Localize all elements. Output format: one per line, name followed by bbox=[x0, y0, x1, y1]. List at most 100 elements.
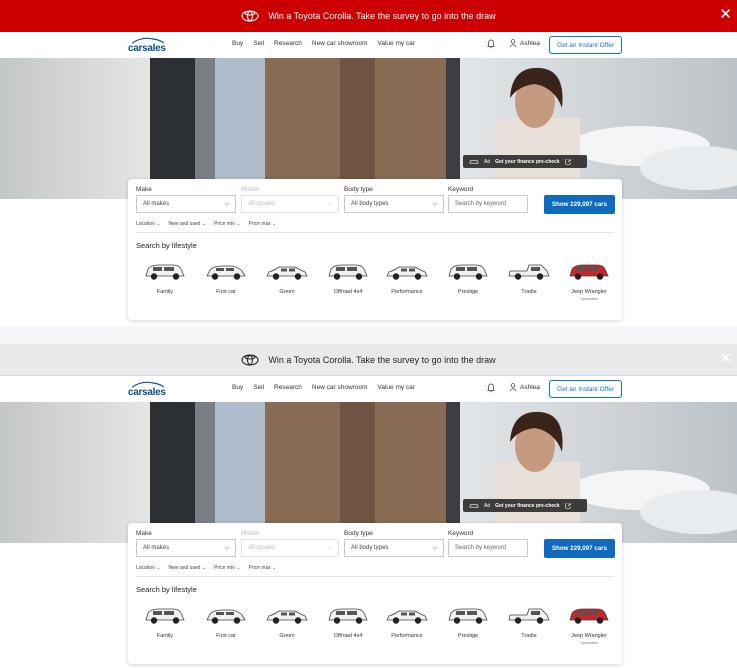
nav-link-sell[interactable]: Sell bbox=[253, 384, 264, 391]
promo-banner[interactable]: Win a Toyota Corolla. Take the survey to… bbox=[0, 344, 737, 376]
lifestyle-label: Performance bbox=[391, 289, 423, 295]
lifestyle-item[interactable]: Offroad 4x4 bbox=[318, 604, 378, 654]
promo-banner-text[interactable]: Win a Toyota Corolla. Take the survey to… bbox=[268, 11, 495, 21]
filter-price-max[interactable]: Price max ⌄ bbox=[249, 565, 277, 571]
body-type-select[interactable]: All body types ⌵ bbox=[344, 539, 444, 557]
blue-glass-panel bbox=[215, 402, 265, 543]
chevron-down-icon: ⌵ bbox=[224, 201, 229, 207]
lifestyle-label: Jeep Wrangler bbox=[571, 289, 607, 295]
car-icon bbox=[469, 160, 479, 164]
nav-link-buy[interactable]: Buy bbox=[232, 384, 243, 391]
lifestyle-list: Family First car Green Offroad 4x4 Performan… bbox=[128, 260, 622, 310]
body-type-value: All body types bbox=[351, 545, 389, 551]
user-menu[interactable]: Ashlea bbox=[509, 383, 540, 391]
model-label: Model bbox=[241, 530, 259, 537]
sponsored-label: Sponsored bbox=[580, 641, 598, 645]
pillar-highlight bbox=[195, 402, 215, 543]
wood-door-shade bbox=[340, 58, 375, 199]
lifestyle-item[interactable]: Prestige bbox=[438, 260, 498, 310]
car-icon bbox=[206, 265, 246, 280]
car-icon bbox=[448, 608, 488, 624]
filter-new-and-used[interactable]: New and used ⌄ bbox=[169, 565, 207, 571]
car-icon bbox=[386, 610, 428, 624]
nav-link-value-my-car[interactable]: Value my car bbox=[378, 40, 415, 47]
nav-link-new-car-showroom[interactable]: New car showroom bbox=[312, 384, 368, 391]
show-cars-button[interactable]: Show 229,097 cars bbox=[544, 195, 615, 214]
toyota-logo-icon bbox=[241, 353, 259, 366]
lifestyle-item[interactable]: Performance bbox=[377, 260, 437, 310]
dark-pillar bbox=[150, 402, 195, 543]
chevron-down-icon: ⌵ bbox=[224, 545, 229, 551]
top-nav: carsales Buy Sell Research New car showr… bbox=[0, 32, 737, 58]
show-cars-button[interactable]: Show 229,097 cars bbox=[544, 539, 615, 558]
lifestyle-item[interactable]: Family bbox=[135, 604, 195, 654]
keyword-placeholder: Search by keyword bbox=[455, 201, 507, 207]
lifestyle-item[interactable]: Jeep Wrangler Sponsored bbox=[559, 260, 619, 310]
filter-row: Location ⌄ New and used ⌄ Price min ⌄ Pr… bbox=[136, 221, 276, 227]
bell-icon[interactable] bbox=[487, 39, 495, 49]
user-menu[interactable]: Ashlea bbox=[509, 39, 540, 47]
promo-banner-text[interactable]: Win a Toyota Corolla. Take the survey to… bbox=[268, 355, 495, 365]
nav-link-new-car-showroom[interactable]: New car showroom bbox=[312, 40, 368, 47]
filter-new-and-used[interactable]: New and used ⌄ bbox=[169, 221, 207, 227]
lifestyle-item[interactable]: Family bbox=[135, 260, 195, 310]
lifestyle-label: Green bbox=[279, 633, 295, 639]
lifestyle-item[interactable]: Tradie bbox=[499, 260, 559, 310]
car-icon bbox=[469, 504, 479, 508]
instant-offer-button[interactable]: Get an Instant Offer bbox=[549, 380, 622, 398]
user-icon bbox=[509, 383, 517, 391]
filter-price-min[interactable]: Price min ⌄ bbox=[214, 565, 240, 571]
filter-location[interactable]: Location ⌄ bbox=[136, 221, 161, 227]
chevron-down-icon: ⌵ bbox=[327, 201, 332, 207]
make-select[interactable]: All makes ⌵ bbox=[136, 539, 236, 557]
keyword-input[interactable]: Search by keyword bbox=[448, 195, 528, 213]
carsales-logo[interactable]: carsales bbox=[128, 381, 168, 398]
lifestyle-label: Family bbox=[156, 633, 174, 639]
door-frame bbox=[446, 58, 460, 199]
nav-link-sell[interactable]: Sell bbox=[253, 40, 264, 47]
keyword-input[interactable]: Search by keyword bbox=[448, 539, 528, 557]
instant-offer-button[interactable]: Get an Instant Offer bbox=[549, 36, 622, 54]
car-icon bbox=[328, 608, 368, 624]
finance-ad[interactable]: Ad Get your finance pre-check bbox=[463, 499, 587, 512]
car-icon bbox=[206, 609, 246, 624]
nav-link-research[interactable]: Research bbox=[274, 40, 302, 47]
finance-ad[interactable]: Ad Get your finance pre-check bbox=[463, 155, 587, 168]
model-select[interactable]: All models ⌵ bbox=[241, 195, 339, 213]
search-card: Make All makes ⌵ Model All models ⌵ Body… bbox=[128, 523, 622, 664]
make-value: All makes bbox=[143, 545, 170, 551]
close-icon[interactable]: ✕ bbox=[719, 350, 732, 368]
body-type-select[interactable]: All body types ⌵ bbox=[344, 195, 444, 213]
car-icon bbox=[328, 264, 368, 280]
ad-text: Get your finance pre-check bbox=[495, 502, 560, 509]
model-value: All models bbox=[248, 545, 276, 551]
lifestyle-item[interactable]: Tradie bbox=[499, 604, 559, 654]
left-window bbox=[0, 58, 160, 199]
close-icon[interactable]: ✕ bbox=[719, 6, 732, 24]
make-select[interactable]: All makes ⌵ bbox=[136, 195, 236, 213]
car-icon bbox=[569, 608, 609, 624]
divider bbox=[136, 232, 614, 233]
lifestyle-item[interactable]: First car bbox=[196, 260, 256, 310]
nav-link-buy[interactable]: Buy bbox=[232, 40, 243, 47]
lifestyle-item[interactable]: Performance bbox=[377, 604, 437, 654]
make-label: Make bbox=[136, 186, 152, 193]
filter-location[interactable]: Location ⌄ bbox=[136, 565, 161, 571]
lifestyle-item[interactable]: Offroad 4x4 bbox=[318, 260, 378, 310]
nav-link-value-my-car[interactable]: Value my car bbox=[378, 384, 415, 391]
lifestyle-item[interactable]: Green bbox=[257, 260, 317, 310]
search-card: Make All makes ⌵ Model All models ⌵ Body… bbox=[128, 179, 622, 320]
lifestyle-title: Search by lifestyle bbox=[136, 585, 197, 594]
toyota-logo-icon bbox=[241, 10, 259, 22]
lifestyle-item[interactable]: Prestige bbox=[438, 604, 498, 654]
bell-icon[interactable] bbox=[487, 383, 495, 393]
filter-price-min[interactable]: Price min ⌄ bbox=[214, 221, 240, 227]
model-select[interactable]: All models ⌵ bbox=[241, 539, 339, 557]
nav-link-research[interactable]: Research bbox=[274, 384, 302, 391]
filter-price-max[interactable]: Price max ⌄ bbox=[249, 221, 277, 227]
lifestyle-item[interactable]: Jeep Wrangler Sponsored bbox=[559, 604, 619, 654]
lifestyle-item[interactable]: Green bbox=[257, 604, 317, 654]
lifestyle-item[interactable]: First car bbox=[196, 604, 256, 654]
promo-banner[interactable]: Win a Toyota Corolla. Take the survey to… bbox=[0, 0, 737, 32]
carsales-logo[interactable]: carsales bbox=[128, 37, 168, 54]
